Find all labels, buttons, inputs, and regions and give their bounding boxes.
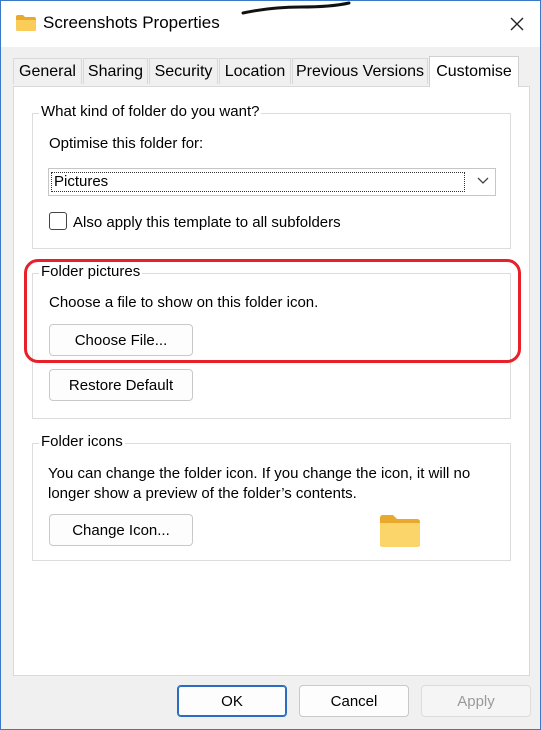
tab-sharing[interactable]: Sharing: [83, 58, 148, 84]
title-bar[interactable]: Screenshots Properties: [1, 1, 540, 47]
ink-scribble: [241, 1, 351, 15]
restore-default-button[interactable]: Restore Default: [49, 369, 193, 401]
tab-previous-versions[interactable]: Previous Versions: [292, 58, 428, 84]
apply-subfolders-checkbox[interactable]: [49, 212, 67, 230]
window-title: Screenshots Properties: [43, 13, 220, 32]
folder-icons-title: Folder icons: [39, 433, 125, 450]
apply-subfolders-label[interactable]: Also apply this template to all subfolde…: [73, 214, 341, 231]
folder-icons-description-line1: You can change the folder icon. If you c…: [48, 465, 471, 482]
ok-button[interactable]: OK: [177, 685, 287, 717]
cancel-button[interactable]: Cancel: [299, 685, 409, 717]
folder-pictures-description: Choose a file to show on this folder ico…: [49, 294, 319, 311]
properties-window: Screenshots Properties General Sharing S…: [0, 0, 541, 730]
tab-location[interactable]: Location: [219, 58, 291, 84]
tab-customise[interactable]: Customise: [429, 56, 519, 87]
folder-icon: [16, 15, 36, 31]
tab-security[interactable]: Security: [149, 58, 218, 84]
folder-pictures-title: Folder pictures: [39, 263, 143, 280]
folder-icons-description-line2: longer show a preview of the folder’s co…: [48, 485, 357, 502]
tab-general[interactable]: General: [13, 58, 82, 84]
close-icon: [510, 17, 524, 31]
close-button[interactable]: [494, 1, 540, 47]
choose-file-button[interactable]: Choose File...: [49, 324, 193, 356]
optimise-value: Pictures: [51, 172, 465, 192]
change-icon-button[interactable]: Change Icon...: [49, 514, 193, 546]
apply-button[interactable]: Apply: [421, 685, 531, 717]
optimise-label: Optimise this folder for:: [49, 135, 204, 152]
folder-kind-title: What kind of folder do you want?: [39, 103, 262, 120]
optimise-dropdown[interactable]: Pictures: [48, 168, 496, 196]
folder-preview-icon: [380, 515, 420, 547]
chevron-down-icon: [477, 177, 489, 184]
